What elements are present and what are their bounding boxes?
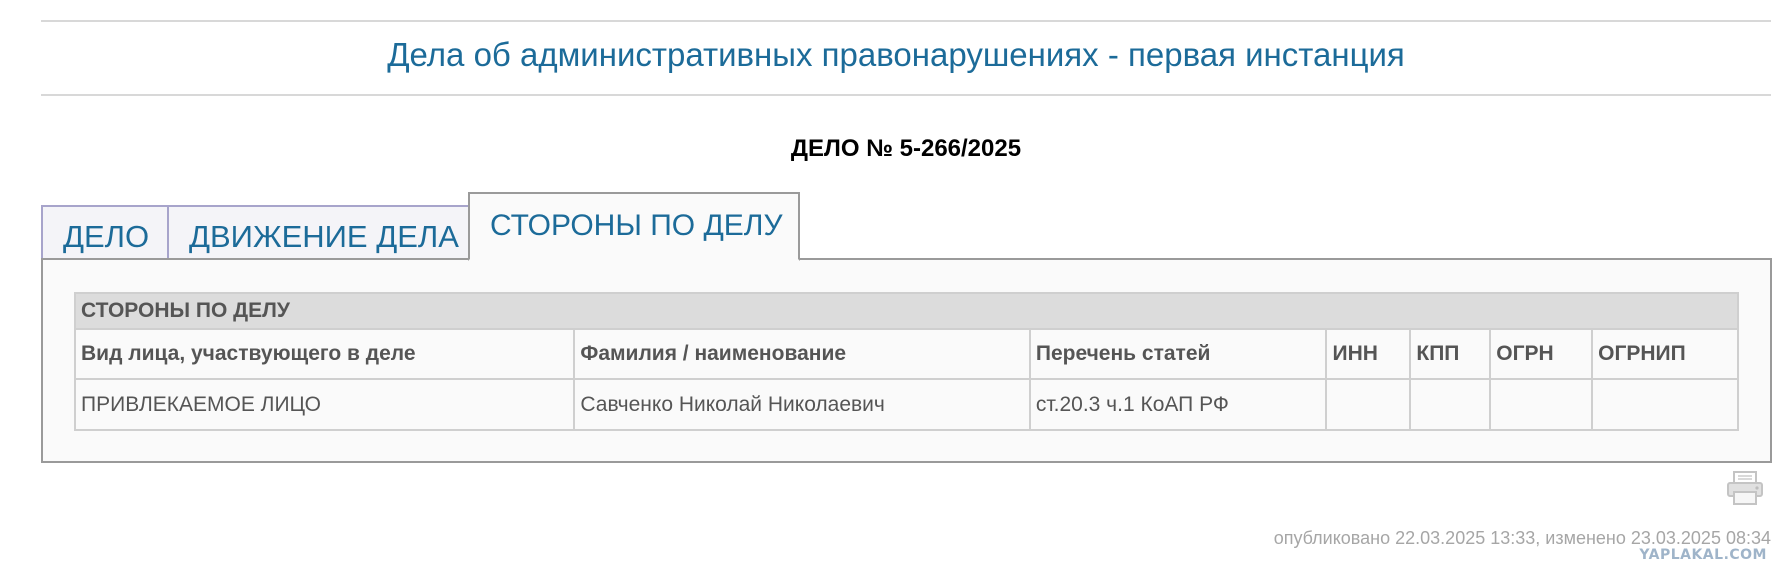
cell-name: Савченко Николай Николаевич: [573, 378, 1031, 431]
cell-party-type: ПРИВЛЕКАЕМОЕ ЛИЦО: [73, 378, 576, 431]
parties-table: СТОРОНЫ ПО ДЕЛУ Вид лица, участвующего в…: [73, 292, 1739, 431]
publication-timestamp: опубликовано 22.03.2025 13:33, изменено …: [1273, 528, 1771, 548]
column-header-inn: ИНН: [1325, 328, 1412, 380]
column-header-party-type: Вид лица, участвующего в деле: [73, 328, 576, 380]
tab-case-movement[interactable]: ДВИЖЕНИЕ ДЕЛА: [167, 205, 470, 259]
case-number-heading: ДЕЛО № 5-266/2025: [790, 135, 1022, 162]
table-header-row: Вид лица, участвующего в деле Фамилия / …: [73, 328, 1739, 380]
court-section-title: Дела об административных правонарушениях…: [387, 36, 1405, 73]
column-header-articles: Перечень статей: [1028, 328, 1328, 380]
title-divider: [41, 94, 1771, 96]
table-row: ПРИВЛЕКАЕМОЕ ЛИЦО Савченко Николай Никол…: [73, 378, 1739, 431]
table-caption: СТОРОНЫ ПО ДЕЛУ: [74, 292, 1739, 330]
tab-case[interactable]: ДЕЛО: [41, 205, 169, 259]
column-header-ogrn: ОГРН: [1489, 328, 1594, 380]
table-caption-row: СТОРОНЫ ПО ДЕЛУ: [74, 292, 1739, 330]
column-header-ogrnip: ОГРНИП: [1591, 328, 1739, 380]
top-divider: [41, 20, 1771, 22]
cell-kpp: [1409, 378, 1492, 431]
site-watermark: YAPLAKAL.COM: [1639, 547, 1767, 563]
column-header-name: Фамилия / наименование: [573, 328, 1031, 380]
cell-ogrn: [1489, 378, 1594, 431]
tab-parties[interactable]: СТОРОНЫ ПО ДЕЛУ: [468, 192, 800, 261]
case-page: Дела об административных правонарушениях…: [0, 0, 1792, 586]
cell-inn: [1325, 378, 1412, 431]
printer-icon[interactable]: [1726, 470, 1764, 506]
cell-articles: ст.20.3 ч.1 КоАП РФ: [1028, 378, 1328, 431]
column-header-kpp: КПП: [1409, 328, 1492, 380]
cell-ogrnip: [1591, 378, 1739, 431]
